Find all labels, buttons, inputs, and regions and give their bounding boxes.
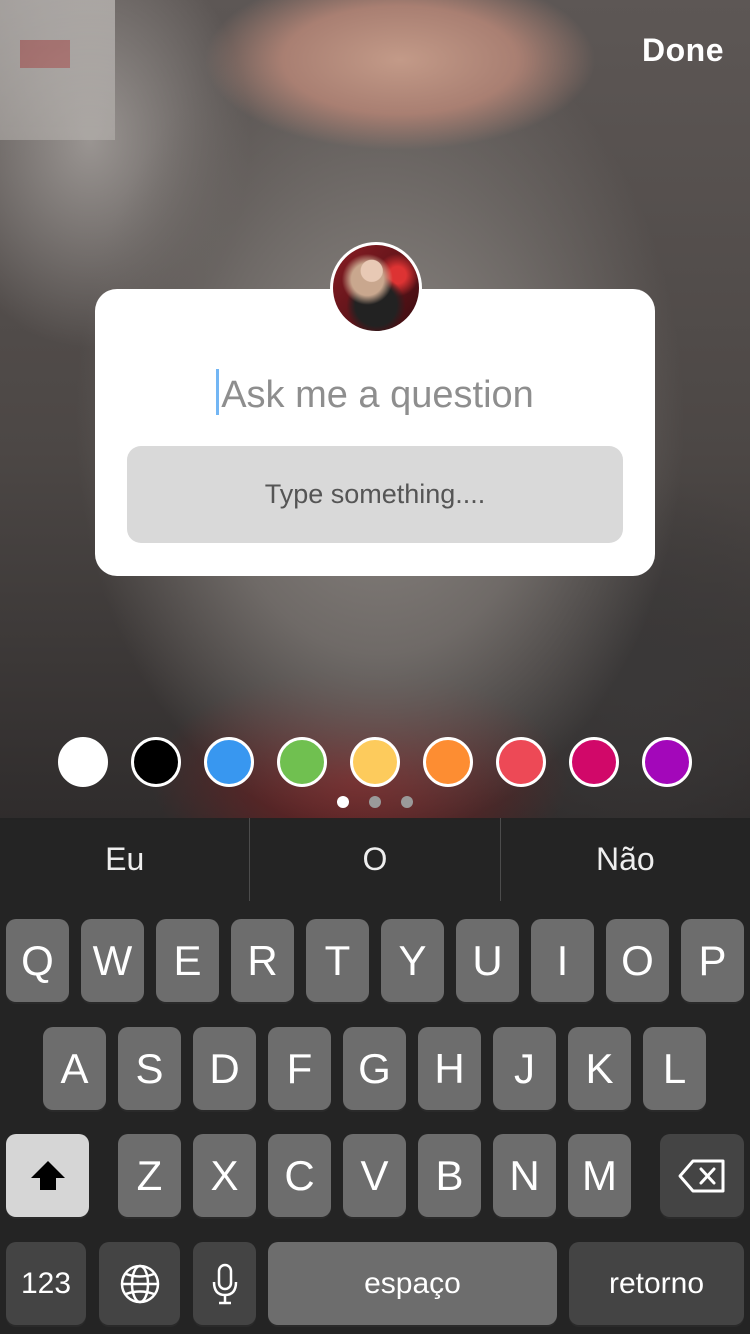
answer-placeholder: Type something....	[264, 479, 486, 509]
key-a[interactable]: A	[43, 1027, 106, 1110]
color-swatch-purple[interactable]	[642, 737, 692, 787]
suggestion-item[interactable]: Eu	[0, 818, 249, 901]
color-swatch-yellow[interactable]	[350, 737, 400, 787]
color-swatch-red[interactable]	[496, 737, 546, 787]
globe-icon	[120, 1264, 159, 1303]
key-y[interactable]: Y	[381, 919, 444, 1002]
key-g[interactable]: G	[343, 1027, 406, 1110]
globe-key[interactable]	[99, 1242, 180, 1325]
key-x[interactable]: X	[193, 1134, 256, 1217]
question-input[interactable]: Ask me a question	[95, 369, 655, 417]
key-j[interactable]: J	[493, 1027, 556, 1110]
suggestion-item[interactable]: O	[249, 818, 499, 901]
space-key[interactable]: espaço	[268, 1242, 557, 1325]
microphone-icon	[212, 1263, 237, 1304]
color-swatch-magenta[interactable]	[569, 737, 619, 787]
suggestion-item[interactable]: Não	[499, 818, 750, 901]
page-dot	[337, 796, 349, 808]
key-u[interactable]: U	[456, 919, 519, 1002]
numbers-key[interactable]: 123	[6, 1242, 86, 1325]
key-z[interactable]: Z	[118, 1134, 181, 1217]
key-v[interactable]: V	[343, 1134, 406, 1217]
key-d[interactable]: D	[193, 1027, 256, 1110]
text-caret	[216, 369, 220, 415]
key-n[interactable]: N	[493, 1134, 556, 1217]
key-e[interactable]: E	[156, 919, 219, 1002]
key-o[interactable]: O	[606, 919, 669, 1002]
key-q[interactable]: Q	[6, 919, 69, 1002]
color-swatch-white[interactable]	[58, 737, 108, 787]
key-t[interactable]: T	[306, 919, 369, 1002]
question-placeholder: Ask me a question	[221, 374, 534, 416]
dictation-key[interactable]	[193, 1242, 256, 1325]
keyboard: Eu O Não Q W E R T Y U I O P A S D F G H…	[0, 818, 750, 1334]
key-w[interactable]: W	[81, 919, 144, 1002]
key-b[interactable]: B	[418, 1134, 481, 1217]
color-swatch-black[interactable]	[131, 737, 181, 787]
suggestion-bar: Eu O Não	[0, 818, 750, 901]
key-h[interactable]: H	[418, 1027, 481, 1110]
return-key[interactable]: retorno	[569, 1242, 744, 1325]
shift-icon	[30, 1160, 65, 1190]
done-button[interactable]: Done	[642, 32, 724, 69]
key-l[interactable]: L	[643, 1027, 706, 1110]
key-c[interactable]: C	[268, 1134, 331, 1217]
key-p[interactable]: P	[681, 919, 744, 1002]
key-s[interactable]: S	[118, 1027, 181, 1110]
page-dot	[369, 796, 381, 808]
shift-key[interactable]	[6, 1134, 89, 1217]
key-i[interactable]: I	[531, 919, 594, 1002]
background-paper	[0, 0, 115, 140]
page-dot	[401, 796, 413, 808]
backspace-key[interactable]	[660, 1134, 744, 1217]
color-swatch-blue[interactable]	[204, 737, 254, 787]
color-swatch-orange[interactable]	[423, 737, 473, 787]
backspace-icon	[678, 1159, 725, 1192]
key-m[interactable]: M	[568, 1134, 631, 1217]
color-picker	[58, 737, 698, 789]
profile-photo	[333, 245, 419, 331]
key-f[interactable]: F	[268, 1027, 331, 1110]
color-swatch-green[interactable]	[277, 737, 327, 787]
key-r[interactable]: R	[231, 919, 294, 1002]
key-k[interactable]: K	[568, 1027, 631, 1110]
answer-field[interactable]: Type something....	[127, 446, 623, 543]
avatar	[330, 242, 422, 334]
